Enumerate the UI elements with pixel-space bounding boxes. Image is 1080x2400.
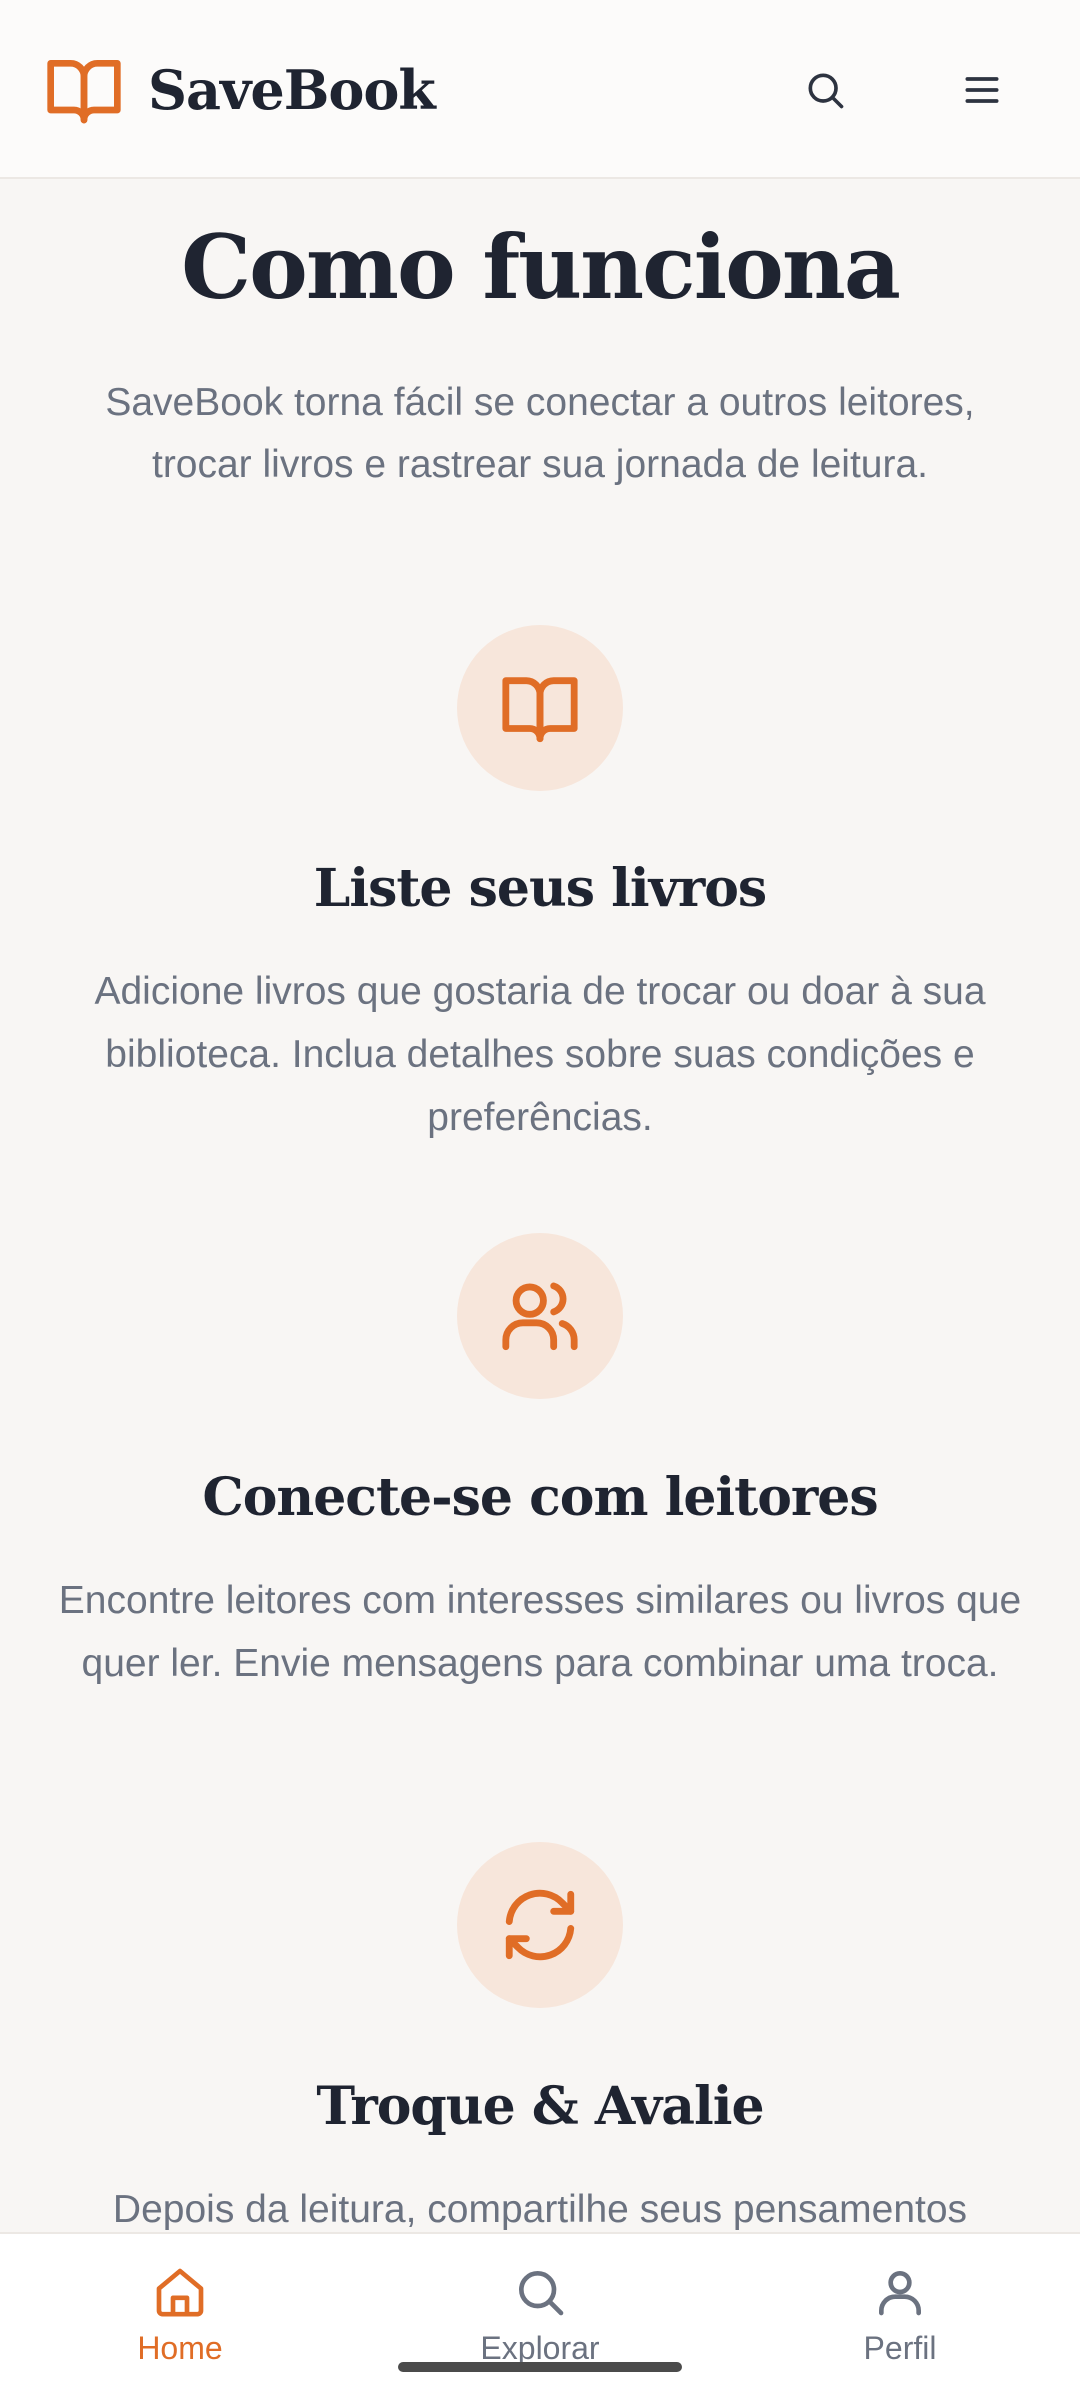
nav-item-profile[interactable]: Perfil (800, 2264, 1000, 2384)
step-icon-connect (457, 1233, 623, 1399)
brand-name: SaveBook (148, 58, 436, 122)
hamburger-menu-icon (965, 77, 999, 103)
step-title: Conecte-se com leitores (202, 1467, 878, 1528)
app-header: SaveBook (0, 0, 1080, 179)
search-button[interactable] (783, 48, 867, 132)
page: SaveBook Como funciona SaveBook torna fá… (0, 0, 1080, 2400)
home-icon (156, 2268, 204, 2317)
step-title: Liste seus livros (313, 858, 767, 919)
bottom-nav: Home Explorar Perfil (0, 2232, 1080, 2400)
user-icon (879, 2271, 921, 2316)
menu-button[interactable] (940, 48, 1024, 132)
step-description: Encontre leitores com interesses similar… (58, 1579, 1022, 1685)
book-open-icon (47, 60, 121, 124)
nav-label: Perfil (863, 2330, 937, 2366)
brand[interactable]: SaveBook (44, 50, 436, 130)
nav-label: Home (137, 2330, 223, 2366)
search-icon (519, 2271, 564, 2316)
step-title: Troque & Avalie (316, 2076, 764, 2137)
search-icon (808, 73, 844, 109)
step-description: Adicione livros que gostaria de trocar o… (94, 970, 986, 1139)
refresh-icon (505, 1889, 575, 1961)
home-indicator[interactable] (398, 2362, 682, 2372)
section-intro: SaveBook torna fácil se conectar a outro… (105, 381, 975, 486)
users-icon (502, 1282, 578, 1351)
step-icon-list (457, 625, 623, 791)
book-open-icon (502, 677, 578, 743)
step-icon-exchange (457, 1842, 623, 2008)
nav-item-home[interactable]: Home (80, 2264, 280, 2384)
section-title: Como funciona (181, 215, 901, 319)
